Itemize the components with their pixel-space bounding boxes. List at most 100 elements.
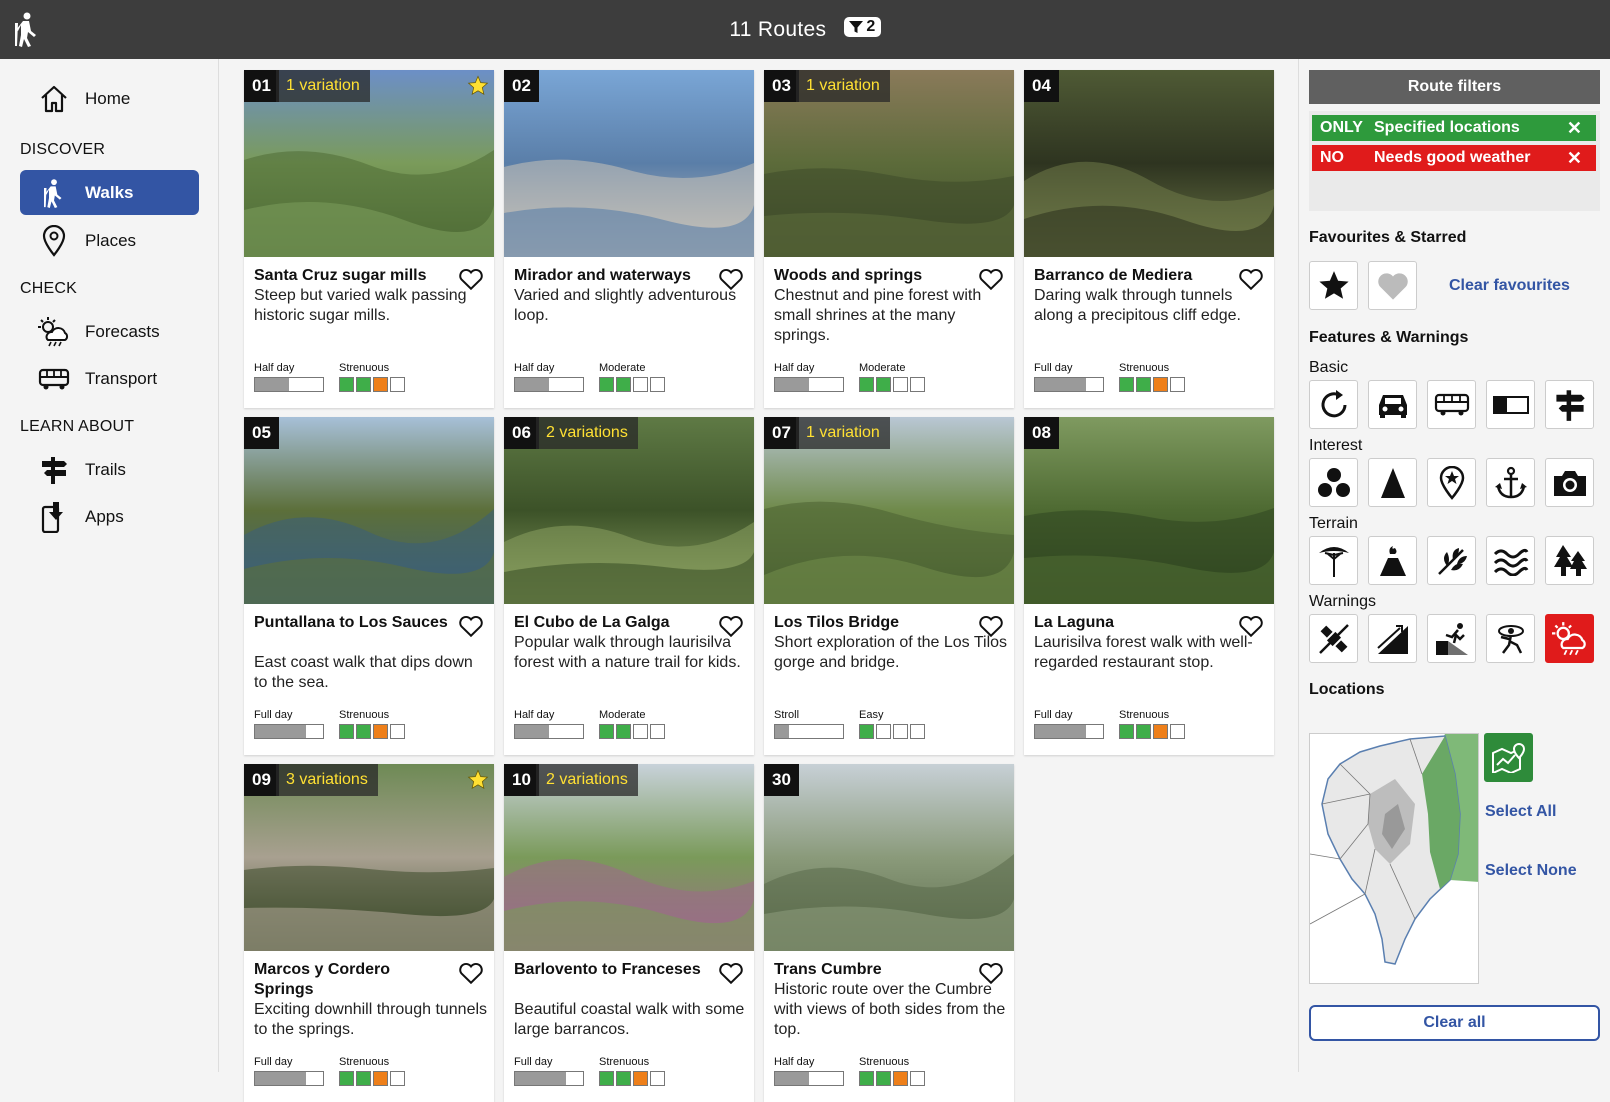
steep-slope-icon	[1376, 624, 1408, 654]
route-title[interactable]: Mirador and waterways	[514, 266, 714, 286]
difficulty-segment	[390, 1071, 405, 1086]
starred-filter-button[interactable]	[1309, 261, 1358, 310]
map-pin-star-filter-button[interactable]	[1427, 458, 1476, 507]
select-all-link[interactable]: Select All	[1485, 803, 1556, 821]
duration-label: Full day	[1034, 362, 1073, 374]
route-card[interactable]: 08 La Laguna Laurisilva forest walk with…	[1024, 417, 1274, 755]
route-title[interactable]: Puntallana to Los Sauces	[254, 613, 454, 633]
circles-filter-button[interactable]	[1309, 458, 1358, 507]
half-toggle-filter-button[interactable]	[1486, 380, 1535, 429]
route-card[interactable]: 09 3 variations Marcos y Cordero Springs…	[244, 764, 494, 1102]
peak-filter-button[interactable]	[1368, 458, 1417, 507]
difficulty-segment	[859, 724, 874, 739]
steep-slope-filter-button[interactable]	[1368, 614, 1417, 663]
difficulty-segment	[910, 377, 925, 392]
nav-forecasts[interactable]: Forecasts	[20, 309, 199, 354]
nav-apps[interactable]: Apps	[20, 494, 199, 539]
star-icon	[467, 75, 489, 96]
route-title[interactable]: El Cubo de La Galga	[514, 613, 714, 633]
route-card[interactable]: 02 Mirador and waterways Varied and slig…	[504, 70, 754, 408]
half-toggle-icon	[1492, 395, 1529, 414]
waves-filter-button[interactable]	[1486, 536, 1535, 585]
difficulty-segment	[599, 724, 614, 739]
vertigo-filter-button[interactable]	[1486, 614, 1535, 663]
route-title[interactable]: Marcos y Cordero Springs	[254, 960, 454, 1000]
island-map[interactable]	[1309, 733, 1479, 984]
duration-label: Stroll	[774, 709, 800, 721]
nav-transport[interactable]: Transport	[20, 356, 199, 401]
route-title[interactable]: La Laguna	[1034, 613, 1234, 633]
favourites-filter-button[interactable]	[1368, 261, 1417, 310]
route-filters-header[interactable]: Route filters	[1309, 70, 1600, 104]
clear-all-button[interactable]: Clear all	[1309, 1005, 1600, 1041]
variations-badge: 3 variations	[276, 764, 378, 796]
nav-home[interactable]: Home	[20, 76, 199, 121]
route-description: Chestnut and pine forest with small shri…	[774, 287, 982, 344]
vertigo-icon	[1497, 624, 1524, 654]
route-description: Steep but varied walk passing historic s…	[254, 287, 467, 324]
nav-home-label: Home	[85, 88, 131, 108]
route-card[interactable]: 05 Puntallana to Los Sauces East coast w…	[244, 417, 494, 755]
route-card[interactable]: 01 1 variation Santa Cruz sugar mills St…	[244, 70, 494, 408]
map-regions-button[interactable]	[1484, 733, 1533, 782]
variations-badge: 2 variations	[536, 764, 638, 796]
route-title[interactable]: Barlovento to Franceses	[514, 960, 714, 980]
sidebar: Home DISCOVER Walks Places CHECK Forecas…	[0, 59, 219, 1072]
heart-icon[interactable]	[458, 961, 484, 985]
fall-hazard-filter-button[interactable]	[1427, 614, 1476, 663]
loop-filter-button[interactable]	[1309, 380, 1358, 429]
route-card[interactable]: 30 Trans Cumbre Historic route over the …	[764, 764, 1014, 1102]
heart-icon[interactable]	[458, 614, 484, 638]
route-photo[interactable]	[1024, 70, 1274, 257]
active-filters-badge[interactable]: 2	[844, 17, 881, 37]
heart-icon[interactable]	[718, 961, 744, 985]
difficulty-segment	[910, 1071, 925, 1086]
duration-bar	[254, 377, 324, 392]
anchor-filter-button[interactable]	[1486, 458, 1535, 507]
camera-filter-button[interactable]	[1545, 458, 1594, 507]
route-card[interactable]: 06 2 variations El Cubo de La Galga Popu…	[504, 417, 754, 755]
car-filter-button[interactable]	[1368, 380, 1417, 429]
pine-trees-filter-button[interactable]	[1545, 536, 1594, 585]
route-title[interactable]: Los Tilos Bridge	[774, 613, 974, 633]
weather-warning-filter-button[interactable]	[1545, 614, 1594, 663]
route-title[interactable]: Santa Cruz sugar mills	[254, 266, 454, 286]
route-title[interactable]: Woods and springs	[774, 266, 974, 286]
route-description: Historic route over the Cumbre with view…	[774, 981, 1006, 1038]
map-pin-star-icon	[1439, 465, 1464, 500]
dragon-tree-filter-button[interactable]	[1309, 536, 1358, 585]
satellite-filter-button[interactable]	[1309, 614, 1358, 663]
nav-walks[interactable]: Walks	[20, 170, 199, 215]
volcano-filter-button[interactable]	[1368, 536, 1417, 585]
select-none-link[interactable]: Select None	[1485, 862, 1577, 880]
filter-chip-only[interactable]: ONLY Specified locations ✕	[1312, 115, 1596, 141]
close-icon[interactable]: ✕	[1567, 115, 1582, 141]
route-photo[interactable]	[244, 417, 494, 604]
route-photo[interactable]	[504, 70, 754, 257]
filter-label: Needs good weather	[1374, 149, 1531, 166]
clear-favourites-link[interactable]: Clear favourites	[1449, 277, 1570, 295]
route-photo[interactable]	[764, 764, 1014, 951]
difficulty-segment	[876, 377, 891, 392]
route-card[interactable]: 07 1 variation Los Tilos Bridge Short ex…	[764, 417, 1014, 755]
difficulty-segment	[1153, 377, 1168, 392]
nav-trails[interactable]: Trails	[20, 447, 199, 492]
bus-filter-button[interactable]	[1427, 380, 1476, 429]
duration-label: Half day	[774, 362, 815, 374]
route-photo[interactable]	[1024, 417, 1274, 604]
route-title[interactable]: Barranco de Mediera	[1034, 266, 1234, 286]
route-title[interactable]: Trans Cumbre	[774, 960, 974, 980]
route-card[interactable]: 04 Barranco de Mediera Daring walk throu…	[1024, 70, 1274, 408]
difficulty-segment	[616, 377, 631, 392]
hiker-icon	[37, 176, 71, 210]
signpost-filter-button[interactable]	[1545, 380, 1594, 429]
nav-places[interactable]: Places	[20, 218, 199, 263]
leaf-filter-button[interactable]	[1427, 536, 1476, 585]
filter-chip-no[interactable]: NO Needs good weather ✕	[1312, 145, 1596, 171]
close-icon[interactable]: ✕	[1567, 145, 1582, 171]
route-card[interactable]: 03 1 variation Woods and springs Chestnu…	[764, 70, 1014, 408]
difficulty-segment	[893, 1071, 908, 1086]
difficulty-meter	[339, 724, 405, 739]
signpost-icon	[1555, 389, 1585, 421]
route-card[interactable]: 10 2 variations Barlovento to Franceses …	[504, 764, 754, 1102]
